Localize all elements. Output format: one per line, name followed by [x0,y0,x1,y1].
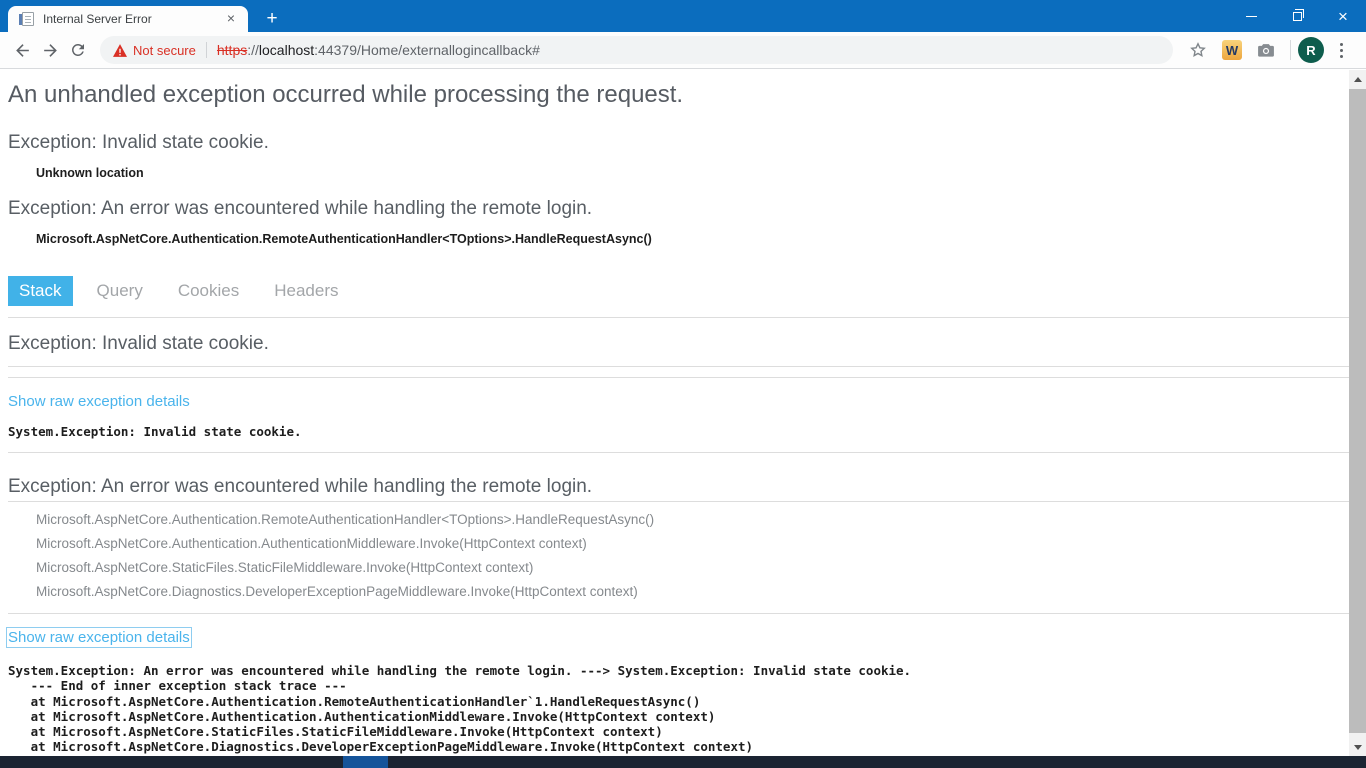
tab-close-icon[interactable]: × [223,11,239,27]
three-dots-icon [1339,42,1343,58]
page-content: An unhandled exception occurred while pr… [0,70,1349,756]
scroll-down-button[interactable] [1349,739,1366,756]
window-controls: × [1228,0,1366,32]
tab-headers[interactable]: Headers [263,276,349,306]
scroll-down-icon [1353,745,1362,750]
scroll-up-button[interactable] [1349,71,1366,88]
scroll-up-icon [1353,77,1362,82]
profile-avatar[interactable]: R [1298,37,1324,63]
error-detail-tabs: Stack Query Cookies Headers [8,276,1349,306]
toolbar-divider [1290,40,1291,60]
stack-exception-heading: Exception: An error was encountered whil… [8,476,1349,503]
reload-icon [71,43,84,56]
divider [8,317,1349,318]
stack-frame: Microsoft.AspNetCore.Authentication.Remo… [36,512,655,528]
exception-heading: Exception: An error was encountered whil… [8,198,593,219]
tab-title: Internal Server Error [43,12,152,26]
url-text: https://localhost:44379/Home/externallog… [217,42,540,58]
taskbar-sliver [0,756,1366,768]
url-host: localhost [258,42,315,58]
divider [8,452,1349,454]
stack-frames: Microsoft.AspNetCore.Authentication.Remo… [8,508,1349,604]
exception-source: Microsoft.AspNetCore.Authentication.Remo… [36,232,652,246]
close-icon: × [1338,6,1348,26]
w-extension-icon: W [1222,40,1242,60]
camera-extension-button[interactable] [1253,37,1279,63]
page-title: An unhandled exception occurred while pr… [8,81,684,108]
tab-stack[interactable]: Stack [8,276,73,306]
minimize-icon [1245,15,1257,17]
show-raw-details-link[interactable]: Show raw exception details [8,393,190,410]
back-arrow-icon [15,43,29,57]
browser-menu-button[interactable] [1328,37,1354,63]
w-extension-button[interactable]: W [1219,37,1245,63]
browser-titlebar: Internal Server Error × + × [0,0,1366,32]
favicon-document-icon [19,12,34,26]
forward-arrow-icon [43,43,57,57]
browser-tab[interactable]: Internal Server Error × [8,6,248,32]
tab-cookies[interactable]: Cookies [167,276,250,306]
security-warning-chip[interactable]: Not secure [113,43,196,58]
minimize-button[interactable] [1228,0,1274,32]
tab-query[interactable]: Query [86,276,154,306]
forward-button[interactable] [36,36,64,64]
raw-exception-text: System.Exception: Invalid state cookie. [8,424,302,439]
exception-location: Unknown location [36,166,144,180]
stack-exception-heading: Exception: Invalid state cookie. [8,333,1349,367]
stack-frame: Microsoft.AspNetCore.StaticFiles.StaticF… [36,560,534,576]
url-path: :44379/Home/externallogincallback# [314,42,540,58]
security-warning-label: Not secure [133,42,196,58]
warning-triangle-icon [113,43,127,57]
stack-frame: Microsoft.AspNetCore.Diagnostics.Develop… [36,584,638,600]
divider [8,613,1349,615]
new-tab-button[interactable]: + [260,7,284,31]
star-icon [1190,42,1206,58]
restore-button[interactable] [1274,0,1320,32]
raw-exception-text: System.Exception: An error was encounter… [8,663,912,755]
restore-icon [1292,8,1304,21]
url-scheme: https [216,42,248,58]
back-button[interactable] [8,36,36,64]
vertical-scrollbar[interactable] [1349,70,1366,756]
omnibox-divider [205,42,207,58]
close-window-button[interactable]: × [1320,0,1366,32]
browser-toolbar: Not secure https://localhost:44379/Home/… [0,32,1366,69]
taskbar-active-app[interactable] [343,756,388,768]
url-separator: :// [247,42,259,58]
bookmark-star-button[interactable] [1185,37,1211,63]
camera-icon [1258,44,1274,57]
address-bar[interactable]: Not secure https://localhost:44379/Home/… [100,36,1173,64]
exception-heading: Exception: Invalid state cookie. [8,132,269,153]
stack-frame: Microsoft.AspNetCore.Authentication.Auth… [36,536,587,552]
scrollbar-thumb[interactable] [1349,89,1366,733]
reload-button[interactable] [64,36,92,64]
show-raw-details-link[interactable]: Show raw exception details [6,627,192,649]
stack-frames-empty [8,367,1349,378]
